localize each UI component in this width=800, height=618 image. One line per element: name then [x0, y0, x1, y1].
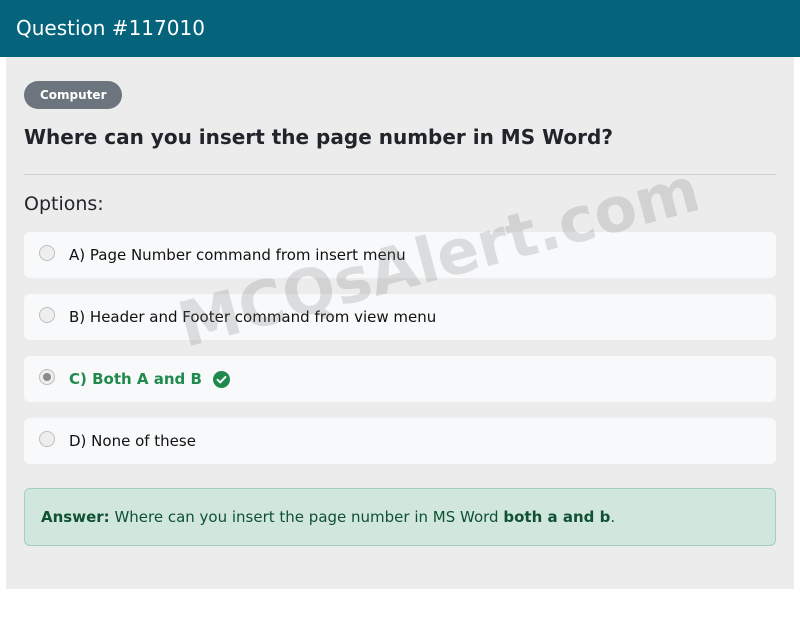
- question-id-title: Question #117010: [16, 16, 205, 40]
- answer-highlight: both a and b: [503, 508, 611, 526]
- check-circle-icon: [212, 370, 230, 388]
- category-badge[interactable]: Computer: [24, 81, 123, 109]
- answer-text: Where can you insert the page number in …: [114, 508, 499, 526]
- question-card: Computer Where can you insert the page n…: [6, 57, 794, 589]
- option-label: A) Page Number command from insert menu: [69, 246, 406, 264]
- radio-button-selected[interactable]: [39, 369, 55, 385]
- answer-end: .: [610, 508, 616, 526]
- page-header: Question #117010: [0, 0, 800, 57]
- radio-button[interactable]: [39, 245, 55, 261]
- option-label: C) Both A and B: [69, 370, 202, 388]
- answer-box: Answer: Where can you insert the page nu…: [24, 488, 776, 546]
- divider: [24, 174, 776, 175]
- option-b[interactable]: B) Header and Footer command from view m…: [24, 294, 776, 340]
- option-c[interactable]: C) Both A and B: [24, 356, 776, 402]
- option-d[interactable]: D) None of these: [24, 418, 776, 464]
- radio-button[interactable]: [39, 307, 55, 323]
- option-a[interactable]: A) Page Number command from insert menu: [24, 232, 776, 278]
- question-text: Where can you insert the page number in …: [24, 125, 613, 149]
- option-label: B) Header and Footer command from view m…: [69, 308, 437, 326]
- radio-button[interactable]: [39, 431, 55, 447]
- options-heading: Options:: [24, 193, 104, 215]
- option-label: D) None of these: [69, 432, 196, 450]
- answer-label: Answer:: [41, 508, 110, 526]
